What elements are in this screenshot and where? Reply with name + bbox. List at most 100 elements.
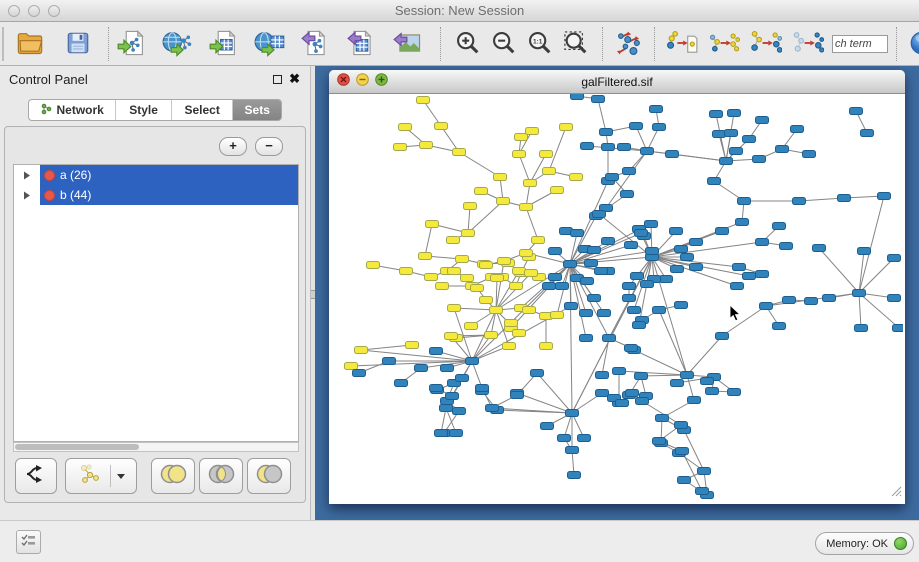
diff-highlight-button[interactable]: [706, 26, 742, 62]
scrollbar-thumb[interactable]: [15, 444, 139, 450]
toolbar-separator: [602, 27, 603, 61]
task-list-icon: [21, 533, 36, 552]
diff-extract-icon: [792, 29, 824, 60]
memory-status-label: Memory: OK: [826, 538, 888, 550]
export-image-icon: [393, 29, 423, 60]
toolbar-separator: [654, 27, 655, 61]
import-network-web-button[interactable]: [160, 26, 196, 62]
set-label: a (26): [60, 168, 91, 182]
float-panel-icon[interactable]: [273, 75, 282, 84]
memory-ok-indicator: [894, 537, 907, 550]
sets-toolbar: [5, 458, 305, 494]
union-sets-button[interactable]: [151, 458, 195, 494]
venn-intersection-icon: [206, 462, 236, 491]
close-panel-icon[interactable]: ✖: [289, 71, 300, 87]
diff-to-file-icon: [666, 29, 698, 60]
toolbar-drag-handle[interactable]: [2, 27, 4, 61]
memory-status-button[interactable]: Memory: OK: [815, 532, 914, 555]
network-tab-icon: [40, 103, 52, 118]
set-color-dot: [44, 170, 55, 181]
control-panel-tabs: Network Style Select Sets: [28, 99, 282, 121]
zoom-in-button[interactable]: [450, 26, 486, 62]
apply-layout-icon: [614, 28, 646, 61]
diff-merge-button[interactable]: [748, 26, 784, 62]
mouse-cursor: [729, 304, 741, 327]
tab-network[interactable]: Network: [29, 100, 116, 120]
venn-union-icon: [158, 462, 188, 491]
import-network-file-icon: [117, 29, 147, 60]
set-label: b (44): [60, 188, 91, 202]
save-floppy-icon: [65, 30, 91, 59]
list-item[interactable]: b (44): [14, 185, 298, 205]
svg-text:1:1: 1:1: [533, 38, 543, 45]
control-panel: Control Panel ✖ Network Style Select Set…: [0, 66, 310, 520]
apply-layout-button[interactable]: [612, 26, 648, 62]
window-resize-grip[interactable]: [889, 484, 902, 502]
intersect-sets-button[interactable]: [199, 458, 243, 494]
network-canvas[interactable]: [329, 94, 903, 503]
tab-select[interactable]: Select: [172, 100, 234, 120]
open-folder-icon: [16, 30, 44, 59]
import-table-web-icon: [254, 29, 286, 60]
network-window-title: galFiltered.sif: [329, 75, 905, 89]
search-input[interactable]: ch term: [832, 35, 888, 53]
list-item[interactable]: a (26): [14, 165, 298, 185]
zoom-actual-icon: 1:1: [526, 29, 554, 60]
split-arrows-icon: [24, 463, 48, 490]
horizontal-scrollbar[interactable]: [13, 442, 299, 452]
main-toolbar: 1:1: [0, 23, 919, 66]
add-set-button[interactable]: +: [219, 137, 247, 156]
diff-extract-button[interactable]: [790, 26, 826, 62]
zoom-fit-icon: [562, 29, 590, 60]
tab-network-label: Network: [56, 103, 103, 117]
set-color-dot: [44, 190, 55, 201]
status-bar: Memory: OK: [0, 520, 919, 562]
tab-style[interactable]: Style: [116, 100, 172, 120]
network-graph[interactable]: [329, 94, 903, 503]
import-table-file-button[interactable]: [206, 26, 242, 62]
window-title: Session: New Session: [0, 3, 919, 18]
minimize-network-button[interactable]: [356, 73, 369, 91]
export-image-button[interactable]: [390, 26, 426, 62]
yellow-network-icon: [77, 463, 103, 490]
network-window-titlebar[interactable]: galFiltered.sif: [329, 70, 905, 94]
export-network-button[interactable]: [298, 26, 334, 62]
save-session-button[interactable]: [60, 26, 96, 62]
zoom-out-button[interactable]: [486, 26, 522, 62]
toolbar-separator: [896, 27, 897, 61]
window-titlebar: Session: New Session: [0, 0, 919, 22]
zoom-in-icon: [454, 29, 482, 60]
network-window[interactable]: galFiltered.sif: [329, 70, 905, 504]
import-table-web-button[interactable]: [252, 26, 288, 62]
diff-highlight-icon: [708, 29, 740, 60]
create-set-dropdown-button[interactable]: [65, 458, 137, 494]
split-set-button[interactable]: [15, 458, 57, 494]
tab-sets[interactable]: Sets: [233, 100, 281, 120]
control-panel-header: Control Panel ✖: [0, 70, 310, 92]
zoom-fit-button[interactable]: [558, 26, 594, 62]
expander-icon[interactable]: [14, 171, 40, 180]
help-button[interactable]: ?: [904, 26, 919, 62]
zoom-out-icon: [490, 29, 518, 60]
tab-select-label: Select: [184, 103, 219, 117]
toolbar-separator: [440, 27, 441, 61]
toolbar-separator: [108, 27, 109, 61]
import-table-file-icon: [209, 29, 239, 60]
sets-panel: + − a (26) b (44): [4, 126, 306, 503]
help-icon: ?: [909, 30, 919, 59]
network-desktop: galFiltered.sif: [315, 66, 919, 520]
diff-to-file-button[interactable]: [664, 26, 700, 62]
expander-icon[interactable]: [14, 191, 40, 200]
export-table-icon: [347, 29, 377, 60]
import-network-web-icon: [162, 29, 194, 60]
import-network-file-button[interactable]: [114, 26, 150, 62]
open-session-button[interactable]: [12, 26, 48, 62]
difference-sets-button[interactable]: [247, 458, 291, 494]
zoom-actual-button[interactable]: 1:1: [522, 26, 558, 62]
remove-set-button[interactable]: −: [255, 137, 283, 156]
export-table-button[interactable]: [344, 26, 380, 62]
close-network-button[interactable]: [337, 73, 350, 91]
task-history-button[interactable]: [16, 530, 41, 554]
maximize-network-button[interactable]: [375, 73, 388, 91]
export-network-icon: [301, 29, 331, 60]
